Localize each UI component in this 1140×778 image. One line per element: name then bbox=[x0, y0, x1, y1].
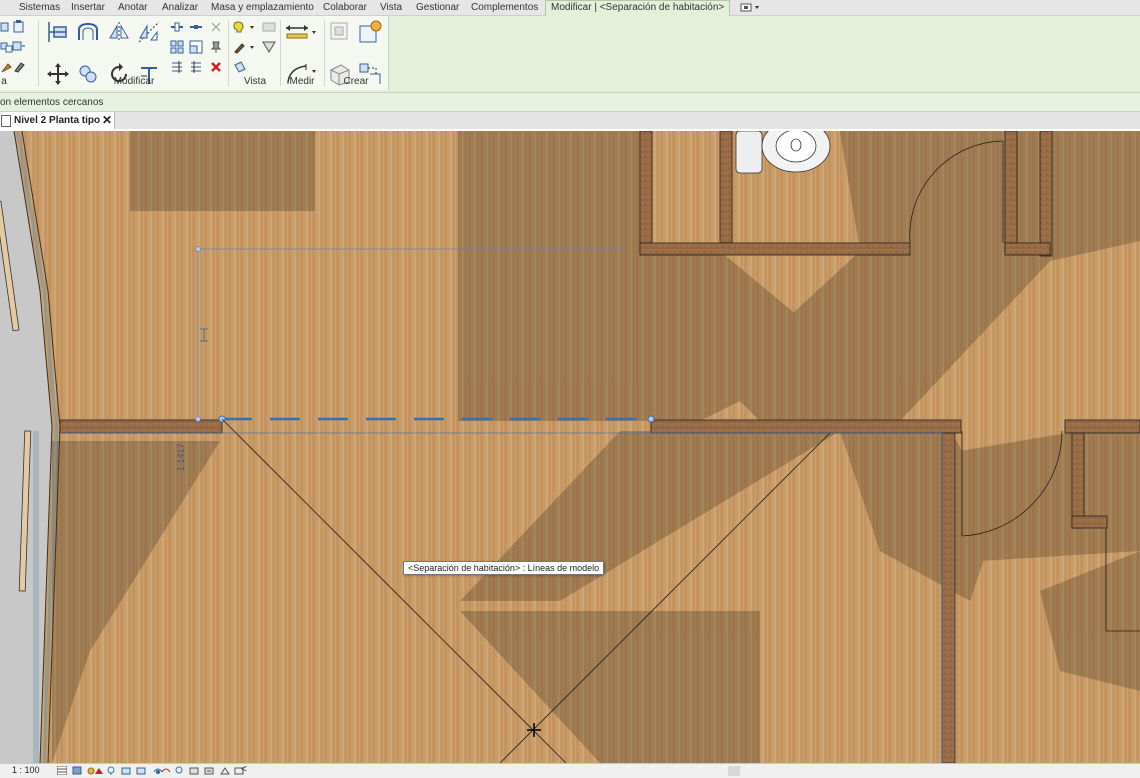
panel-label-crear: Crear bbox=[343, 76, 369, 87]
element-tooltip: <Separación de habitación> : Líneas de m… bbox=[403, 561, 605, 575]
measure-icon[interactable] bbox=[284, 20, 318, 44]
options-text[interactable]: on elementos cercanos bbox=[0, 97, 103, 108]
delete-icon[interactable] bbox=[209, 60, 223, 74]
linework-icon[interactable] bbox=[233, 40, 257, 54]
split-gap-icon[interactable] bbox=[189, 20, 203, 34]
panel-separator bbox=[228, 20, 229, 86]
analytical-model-icon[interactable] bbox=[189, 766, 199, 775]
hide-element-icon[interactable] bbox=[233, 60, 247, 74]
crop-view-icon[interactable] bbox=[106, 766, 116, 775]
tab-insertar[interactable]: Insertar bbox=[71, 1, 105, 15]
reveal-hidden-icon[interactable] bbox=[161, 766, 171, 775]
pin-icon[interactable] bbox=[209, 40, 223, 54]
collapse-arrow[interactable]: < bbox=[241, 764, 247, 775]
array-icon[interactable] bbox=[170, 40, 184, 54]
close-view-button[interactable]: ✕ bbox=[102, 113, 112, 127]
menu-bar: Sistemas Insertar Anotar Analizar Masa y… bbox=[0, 0, 1140, 16]
mirror-axis-icon[interactable] bbox=[107, 20, 131, 44]
detail-level-icon[interactable] bbox=[57, 766, 67, 775]
interior-wall-left bbox=[59, 419, 223, 434]
highlight-displacement-icon[interactable] bbox=[204, 766, 214, 775]
split-icon[interactable] bbox=[170, 20, 184, 34]
scale-icon[interactable] bbox=[189, 40, 203, 54]
temporary-dimension-value[interactable]: 1.1417 bbox=[176, 443, 186, 471]
trim-single-icon[interactable] bbox=[170, 60, 184, 74]
tab-masa-emplazamiento[interactable]: Masa y emplazamiento bbox=[211, 1, 314, 15]
tab-analizar[interactable]: Analizar bbox=[162, 1, 198, 15]
align-tool-icon[interactable] bbox=[46, 20, 70, 44]
tab-colaborar[interactable]: Colaborar bbox=[323, 1, 367, 15]
paint-icon[interactable] bbox=[12, 60, 26, 74]
ribbon: a Modificar Vista Medir Crear bbox=[0, 16, 1140, 93]
interior-wall-right bbox=[650, 419, 962, 434]
interior-wall-vertical bbox=[941, 432, 956, 763]
drawing-canvas[interactable]: 1.1417 <Separación de habitación> : Líne… bbox=[0, 131, 1140, 763]
reveal-constraints-icon[interactable] bbox=[220, 766, 230, 775]
trim-multiple-icon[interactable] bbox=[189, 60, 203, 74]
override-graphics-icon[interactable] bbox=[233, 20, 257, 34]
panel-separator bbox=[38, 20, 39, 86]
view-tab-label: Nivel 2 Planta tipo bbox=[14, 115, 101, 126]
temp-view-properties-icon[interactable] bbox=[174, 766, 184, 775]
panel-label-vista: Vista bbox=[243, 76, 267, 87]
ribbon-display-toggle[interactable] bbox=[740, 2, 760, 13]
panel-label-medir: Medir bbox=[289, 76, 315, 87]
options-bar: on elementos cercanos bbox=[0, 93, 1140, 112]
unlock-view-icon[interactable] bbox=[136, 766, 146, 775]
floor-plan-drawing[interactable] bbox=[0, 131, 1140, 763]
panel-separator bbox=[280, 20, 281, 86]
tab-gestionar[interactable]: Gestionar bbox=[416, 1, 459, 15]
tab-modificar-separacion[interactable]: Modificar | <Separación de habitación> bbox=[545, 0, 731, 16]
view-visibility-icon[interactable] bbox=[262, 20, 276, 34]
tab-vista[interactable]: Vista bbox=[380, 1, 402, 15]
toilet-fixture bbox=[735, 131, 831, 174]
tab-complementos[interactable]: Complementos bbox=[471, 1, 538, 15]
view-control-bar: 1 : 100 < bbox=[0, 763, 1140, 778]
panel-label-clipped: a bbox=[1, 76, 7, 87]
create-parts-icon[interactable] bbox=[358, 20, 382, 44]
filter-icon[interactable] bbox=[262, 40, 276, 54]
panel-separator bbox=[324, 20, 325, 86]
mirror-draw-icon[interactable] bbox=[137, 20, 161, 44]
horizontal-scrollbar-thumb[interactable] bbox=[728, 766, 740, 776]
create-assembly-icon[interactable] bbox=[328, 20, 352, 44]
unpin-icon[interactable] bbox=[209, 20, 223, 34]
tab-sistemas[interactable]: Sistemas bbox=[19, 1, 60, 15]
offset-icon[interactable] bbox=[76, 20, 100, 44]
floor-plan-icon bbox=[1, 115, 11, 127]
shadows-icon[interactable] bbox=[94, 766, 104, 775]
show-crop-icon[interactable] bbox=[121, 766, 131, 775]
view-scale[interactable]: 1 : 100 bbox=[12, 765, 40, 775]
panel-label-modificar: Modificar bbox=[113, 76, 155, 87]
ribbon-panels: a Modificar Vista Medir Crear bbox=[0, 16, 389, 90]
tab-anotar[interactable]: Anotar bbox=[118, 1, 147, 15]
visual-style-icon[interactable] bbox=[72, 766, 82, 775]
view-tab-bar: Nivel 2 Planta tipo ✕ bbox=[0, 112, 1140, 131]
paste-icon[interactable] bbox=[12, 20, 26, 34]
cope-icon[interactable] bbox=[12, 40, 26, 54]
view-tab-nivel-2[interactable]: Nivel 2 Planta tipo ✕ bbox=[0, 112, 115, 129]
